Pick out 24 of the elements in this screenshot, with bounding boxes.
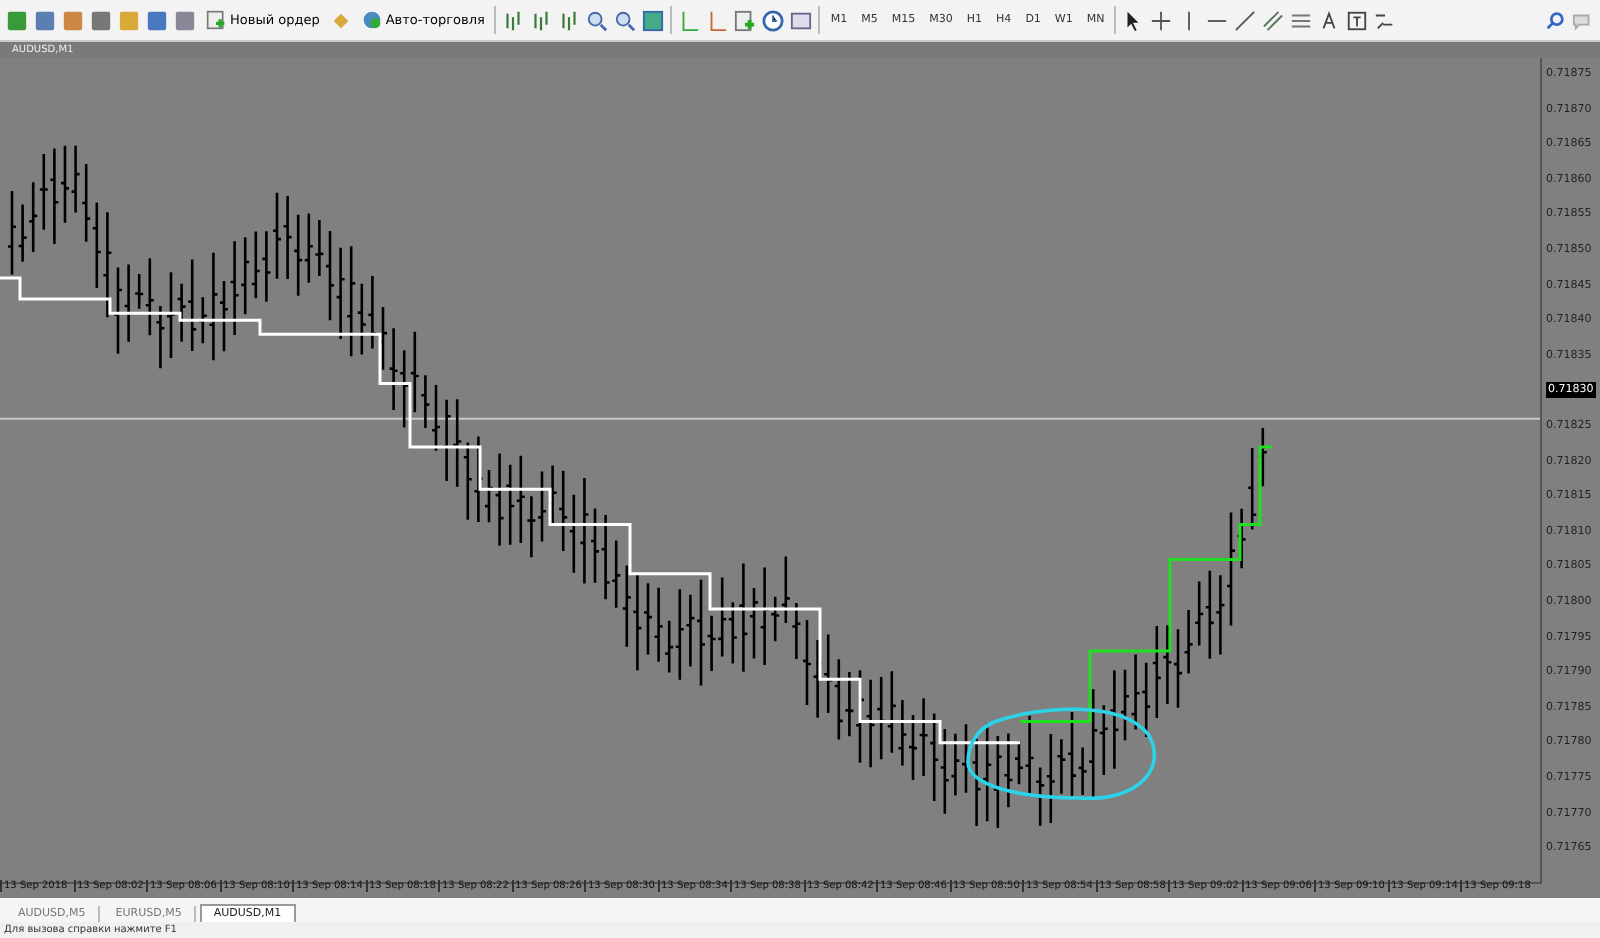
zoom-in-icon[interactable] (586, 9, 609, 31)
chart-shift-icon[interactable] (678, 9, 701, 31)
toolbar-icon[interactable] (62, 9, 84, 31)
zoom-out-icon[interactable] (614, 9, 637, 31)
toolbar-icon[interactable] (146, 9, 168, 31)
chart-type-icon[interactable] (502, 9, 525, 31)
text-tool-icon[interactable] (1318, 9, 1341, 31)
label-tool-icon[interactable] (1346, 9, 1369, 31)
chart-type-icon[interactable] (530, 9, 553, 31)
grid-icon[interactable] (642, 9, 665, 31)
autoscroll-icon[interactable] (706, 9, 729, 31)
chart-type-icon[interactable] (558, 9, 581, 31)
toolbar-icon[interactable] (174, 9, 196, 31)
clock-icon[interactable] (762, 9, 785, 31)
template-icon[interactable] (790, 9, 813, 31)
crosshair-icon[interactable] (1150, 9, 1173, 31)
search-icon[interactable] (1544, 9, 1566, 31)
channel-icon[interactable] (1262, 9, 1285, 31)
toolbar-icon[interactable] (34, 9, 56, 31)
toolbar-icon[interactable] (90, 9, 112, 31)
indicators-icon[interactable] (734, 9, 757, 31)
toolbar-icon[interactable] (6, 9, 28, 31)
trendline-icon[interactable] (1234, 9, 1257, 31)
order-icon (206, 10, 226, 30)
